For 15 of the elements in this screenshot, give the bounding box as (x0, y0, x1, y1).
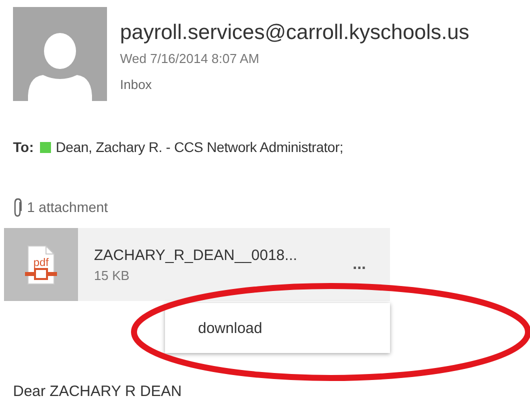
message-date: Wed 7/16/2014 8:07 AM (120, 51, 260, 66)
to-label: To: (13, 139, 34, 155)
attachment-card[interactable]: pdf ZACHARY_R_DEAN__0018... 15 KB ... (4, 228, 390, 301)
folder-label: Inbox (120, 77, 153, 92)
avatar-icon (13, 7, 107, 101)
recipient-name[interactable]: Dean, Zachary R. - CCS Network Administrator; (56, 139, 344, 155)
sender-address: payroll.services@carroll.kyschools.us (120, 21, 470, 45)
attachment-count: 1 attachment (27, 199, 108, 215)
paperclip-icon (13, 197, 23, 217)
pdf-file-icon: pdf (25, 244, 57, 284)
file-size: 15 KB (94, 268, 130, 282)
greeting-text: Dear ZACHARY R DEAN (12, 382, 183, 400)
more-button[interactable]: ... (348, 256, 370, 274)
file-name: ZACHARY_R_DEAN__0018... (94, 246, 298, 264)
menu-item[interactable]: download (165, 320, 262, 336)
